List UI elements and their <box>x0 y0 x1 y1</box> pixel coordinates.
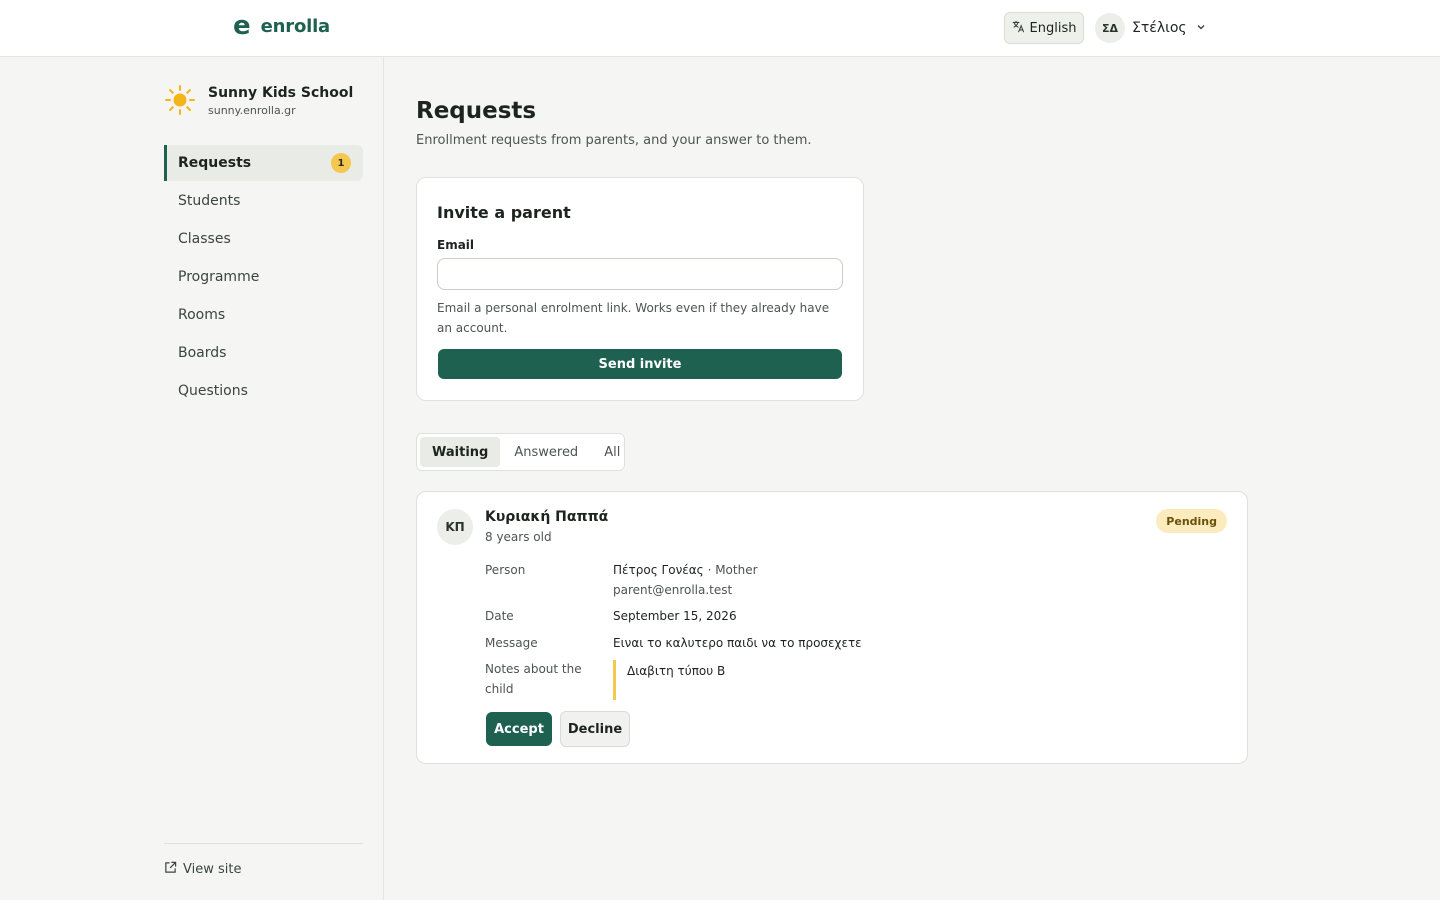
sidebar-nav: Requests 1 Students Classes Programme Ro… <box>164 145 363 411</box>
date-label: Date <box>485 609 514 623</box>
brand-name: enrolla <box>260 15 331 37</box>
requests-count-badge: 1 <box>331 153 351 173</box>
parent-relation: · Mother <box>707 563 758 577</box>
person-value: Πέτρος Γονέας · Mother <box>613 560 758 580</box>
request-filter-tabs: Waiting Answered All <box>416 433 625 471</box>
notes-value: Διαβιτη τύπου Β <box>613 660 725 700</box>
school-domain: sunny.enrolla.gr <box>208 104 296 117</box>
tab-waiting[interactable]: Waiting <box>420 437 501 467</box>
request-card: ΚΠ Κυριακή Παππά 8 years old Pending Per… <box>416 491 1248 764</box>
brand-logo[interactable]: e enrolla <box>233 13 330 39</box>
user-avatar: ΣΔ <box>1095 13 1125 43</box>
decline-button[interactable]: Decline <box>560 711 630 747</box>
tab-answered[interactable]: Answered <box>502 437 590 467</box>
language-button[interactable]: English <box>1004 12 1084 44</box>
enrolla-logo-icon: e <box>233 11 251 41</box>
external-link-icon <box>164 861 177 878</box>
accept-button[interactable]: Accept <box>486 712 552 746</box>
person-label: Person <box>485 563 526 577</box>
sidebar-item-classes[interactable]: Classes <box>164 221 363 257</box>
sidebar-item-label: Boards <box>178 345 227 361</box>
sidebar-divider <box>164 843 363 844</box>
child-avatar: ΚΠ <box>437 509 473 545</box>
sidebar-item-label: Questions <box>178 383 248 399</box>
tab-all[interactable]: All <box>592 437 632 467</box>
sidebar-item-label: Requests <box>178 155 252 171</box>
translate-icon <box>1012 20 1025 36</box>
sidebar-item-programme[interactable]: Programme <box>164 259 363 295</box>
user-menu[interactable]: ΣΔ Στέλιος <box>1095 13 1206 43</box>
child-age: 8 years old <box>485 530 552 544</box>
sidebar-item-rooms[interactable]: Rooms <box>164 297 363 333</box>
page-subtitle: Enrollment requests from parents, and yo… <box>416 133 812 148</box>
page-title: Requests <box>416 98 537 124</box>
school-name: Sunny Kids School <box>208 85 354 101</box>
user-name: Στέλιος <box>1132 20 1187 36</box>
sidebar-item-requests[interactable]: Requests 1 <box>164 145 363 181</box>
invite-parent-card: Invite a parent Email Email a personal e… <box>416 177 864 401</box>
invite-help-text: Email a personal enrolment link. Works e… <box>437 301 830 335</box>
send-invite-button[interactable]: Send invite <box>438 349 842 379</box>
child-name: Κυριακή Παππά <box>485 509 609 525</box>
view-site-label: View site <box>183 862 242 877</box>
message-label: Message <box>485 636 538 650</box>
status-badge: Pending <box>1156 509 1227 533</box>
sidebar-item-label: Students <box>178 193 241 209</box>
school-header: Sunny Kids School sunny.enrolla.gr <box>164 83 353 119</box>
sidebar-item-boards[interactable]: Boards <box>164 335 363 371</box>
sidebar-item-label: Rooms <box>178 307 226 323</box>
top-bar: e enrolla English ΣΔ Στέλιος <box>0 0 1440 57</box>
date-value: September 15, 2026 <box>613 609 737 623</box>
sun-icon <box>165 85 195 115</box>
language-label: English <box>1029 20 1077 36</box>
parent-email: parent@enrolla.test <box>613 583 733 597</box>
sidebar-item-students[interactable]: Students <box>164 183 363 219</box>
sidebar-item-label: Classes <box>178 231 231 247</box>
view-site-link[interactable]: View site <box>164 861 241 878</box>
notes-label: Notes about the child <box>485 662 582 696</box>
sidebar-item-questions[interactable]: Questions <box>164 373 363 409</box>
invite-title: Invite a parent <box>437 203 571 222</box>
message-value: Ειναι το καλυτερο παιδι να το προσεχετε <box>613 636 862 650</box>
parent-name: Πέτρος Γονέας <box>613 563 704 577</box>
email-input[interactable] <box>437 258 843 290</box>
email-label: Email <box>437 238 475 252</box>
sidebar: Sunny Kids School sunny.enrolla.gr Reque… <box>144 57 384 900</box>
sidebar-item-label: Programme <box>178 269 260 285</box>
chevron-down-icon <box>1196 22 1206 35</box>
